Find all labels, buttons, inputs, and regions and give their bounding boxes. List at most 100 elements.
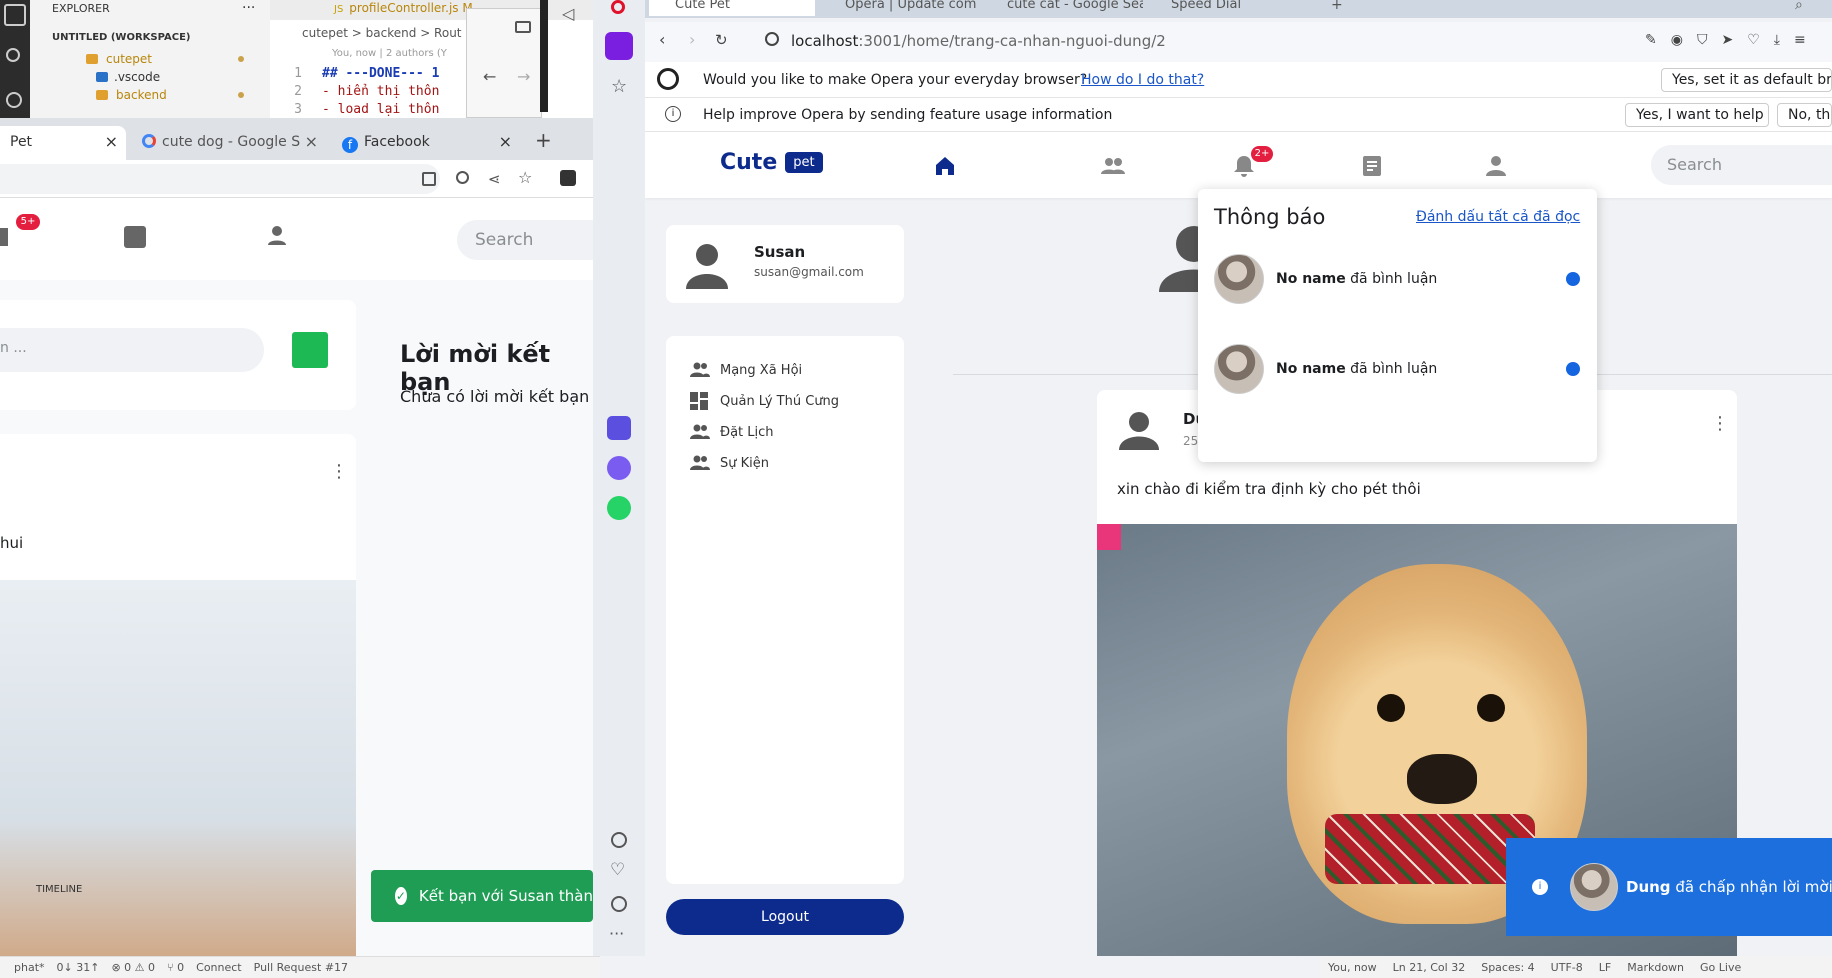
archive-icon[interactable] xyxy=(515,21,531,33)
share-icon[interactable]: ⋖ xyxy=(488,170,501,188)
shield-icon[interactable]: ⛉ xyxy=(1697,32,1708,48)
forward-icon[interactable]: › xyxy=(689,30,695,49)
send-icon[interactable]: ➤ xyxy=(1721,32,1733,48)
status-ports[interactable]: ⑂ 0 xyxy=(167,961,184,974)
url-bar[interactable]: localhost:3001/home/trang-ca-nhan-nguoi-… xyxy=(791,32,1166,50)
logout-button[interactable]: Logout xyxy=(666,899,904,935)
status-blame[interactable]: You, now xyxy=(1328,961,1377,974)
back-icon[interactable]: ‹ xyxy=(659,30,665,49)
search-icon[interactable] xyxy=(6,48,20,62)
opera-logo-icon[interactable] xyxy=(611,0,625,14)
new-tab-button[interactable]: + xyxy=(1331,0,1343,12)
status-language[interactable]: Markdown xyxy=(1627,961,1684,974)
status-sync[interactable]: 0↓ 31↑ xyxy=(57,961,100,974)
author-avatar-icon[interactable] xyxy=(1119,410,1159,450)
tab-facebook[interactable]: f Facebook × xyxy=(332,126,520,160)
timeline-label[interactable]: TIMELINE xyxy=(36,884,82,895)
heart-icon[interactable]: ♡ xyxy=(1747,32,1760,48)
forward-arrow-icon[interactable]: → xyxy=(517,67,530,86)
profile-icon[interactable] xyxy=(266,224,288,246)
edit-icon[interactable]: ✎ xyxy=(1645,32,1657,48)
editor-tab[interactable]: JSprofileController.js M xyxy=(270,0,600,20)
download-icon[interactable]: ⤓ xyxy=(1774,32,1780,48)
breadcrumb[interactable]: cutepet > backend > Rout xyxy=(302,26,462,40)
tab-speed-dial[interactable]: Speed Dial xyxy=(1151,0,1291,16)
status-problems[interactable]: ⊗ 0 ⚠ 0 xyxy=(111,961,155,974)
close-icon[interactable]: × xyxy=(499,132,512,151)
logo[interactable]: Cute pet xyxy=(720,150,823,175)
code-line[interactable]: 2- hiển thị thôn xyxy=(270,84,600,102)
tab-cute-dog[interactable]: cute dog - Google S × xyxy=(132,126,322,160)
status-connect[interactable]: Connect xyxy=(196,961,241,974)
collapse-icon[interactable]: ◁ xyxy=(562,4,574,23)
status-encoding[interactable]: UTF-8 xyxy=(1551,961,1583,974)
install-icon[interactable] xyxy=(422,172,436,186)
mark-all-read-link[interactable]: Đánh dấu tất cả đã đọc xyxy=(1416,209,1580,225)
toast-friend-success[interactable]: ✓ Kết bạn với Susan thàn xyxy=(371,870,593,922)
tab-cute-pet[interactable]: Cute Pet xyxy=(649,0,815,16)
status-pull-request[interactable]: Pull Request #17 xyxy=(254,961,348,974)
user-card[interactable]: Susan susan@gmail.com xyxy=(666,225,904,303)
notification-icon[interactable] xyxy=(0,228,8,246)
whatsapp-icon[interactable] xyxy=(607,496,631,520)
workspace-name[interactable]: UNTITLED (WORKSPACE) xyxy=(52,32,190,43)
more-options-icon[interactable]: ⋮ xyxy=(1711,415,1729,433)
new-tab-button[interactable]: + xyxy=(535,128,552,152)
menu-booking[interactable]: Đặt Lịch xyxy=(690,422,774,442)
search-input[interactable]: Search xyxy=(1651,145,1832,185)
home-icon[interactable] xyxy=(933,154,957,178)
status-spaces[interactable]: Spaces: 4 xyxy=(1481,961,1534,974)
files-icon[interactable] xyxy=(4,4,26,26)
code-line[interactable]: 1 ## ---DONE--- 1 xyxy=(270,66,600,84)
post-image[interactable] xyxy=(0,580,356,956)
notification-item[interactable]: No name đã bình luận xyxy=(1214,341,1584,397)
camera-icon[interactable]: ◉ xyxy=(1671,32,1683,48)
source-control-icon[interactable] xyxy=(6,92,22,108)
more-icon[interactable]: ··· xyxy=(242,0,255,16)
notification-item[interactable]: No name đã bình luận xyxy=(1214,251,1584,307)
address-bar[interactable] xyxy=(0,164,440,194)
no-thanks-button[interactable]: No, th xyxy=(1777,103,1832,127)
extensions-icon[interactable] xyxy=(560,170,576,186)
tab-cute-cat[interactable]: cute cat - Google Sea xyxy=(987,0,1143,16)
codelens-blame[interactable]: You, now | 2 authors (Y xyxy=(332,48,447,59)
close-icon[interactable]: × xyxy=(305,132,318,151)
star-icon[interactable]: ☆ xyxy=(518,168,532,187)
tab-pet[interactable]: Pet × xyxy=(0,126,126,160)
status-branch[interactable]: phat* xyxy=(14,961,45,974)
player-icon[interactable] xyxy=(611,832,627,848)
close-icon[interactable]: × xyxy=(105,132,118,151)
menu-events[interactable]: Sự Kiện xyxy=(690,453,769,473)
messenger-icon[interactable] xyxy=(607,456,631,480)
speed-dial-icon[interactable]: ☆ xyxy=(611,76,627,97)
help-button[interactable]: Yes, I want to help xyxy=(1625,103,1769,127)
tab-opera-update[interactable]: Opera | Update com xyxy=(825,0,981,16)
tree-item-backend[interactable]: backend xyxy=(80,86,270,104)
reload-icon[interactable]: ↻ xyxy=(715,31,728,49)
back-arrow-icon[interactable]: ← xyxy=(483,67,496,86)
tree-item-cutepet[interactable]: cutepet xyxy=(70,50,270,68)
friends-icon[interactable] xyxy=(1099,154,1125,178)
menu-pet-management[interactable]: Quản Lý Thú Cưng xyxy=(690,391,839,411)
aria-icon[interactable] xyxy=(607,416,631,440)
menu-icon[interactable]: ≡ xyxy=(1794,32,1806,48)
history-icon[interactable] xyxy=(611,896,627,912)
heart-icon[interactable]: ♡ xyxy=(610,860,625,880)
more-icon[interactable]: ··· xyxy=(609,924,624,943)
menu-social[interactable]: Mạng Xã Hội xyxy=(690,360,802,380)
how-link[interactable]: How do I do that? xyxy=(1081,72,1204,88)
tree-item-vscode[interactable]: .vscode xyxy=(80,68,270,86)
status-golive[interactable]: Go Live xyxy=(1700,961,1741,974)
pages-icon[interactable] xyxy=(124,226,146,248)
more-options-icon[interactable]: ⋮ xyxy=(330,463,348,481)
status-cursor[interactable]: Ln 21, Col 32 xyxy=(1393,961,1466,974)
home-icon[interactable] xyxy=(605,32,633,60)
profile-icon[interactable] xyxy=(1485,154,1509,178)
pages-icon[interactable] xyxy=(1361,154,1385,178)
image-icon[interactable] xyxy=(292,332,328,368)
zoom-icon[interactable] xyxy=(456,171,469,184)
set-default-button[interactable]: Yes, set it as default bro xyxy=(1661,68,1832,92)
search-input[interactable]: Search xyxy=(457,220,593,260)
status-eol[interactable]: LF xyxy=(1599,961,1611,974)
post-input[interactable]: n ... xyxy=(0,328,264,372)
